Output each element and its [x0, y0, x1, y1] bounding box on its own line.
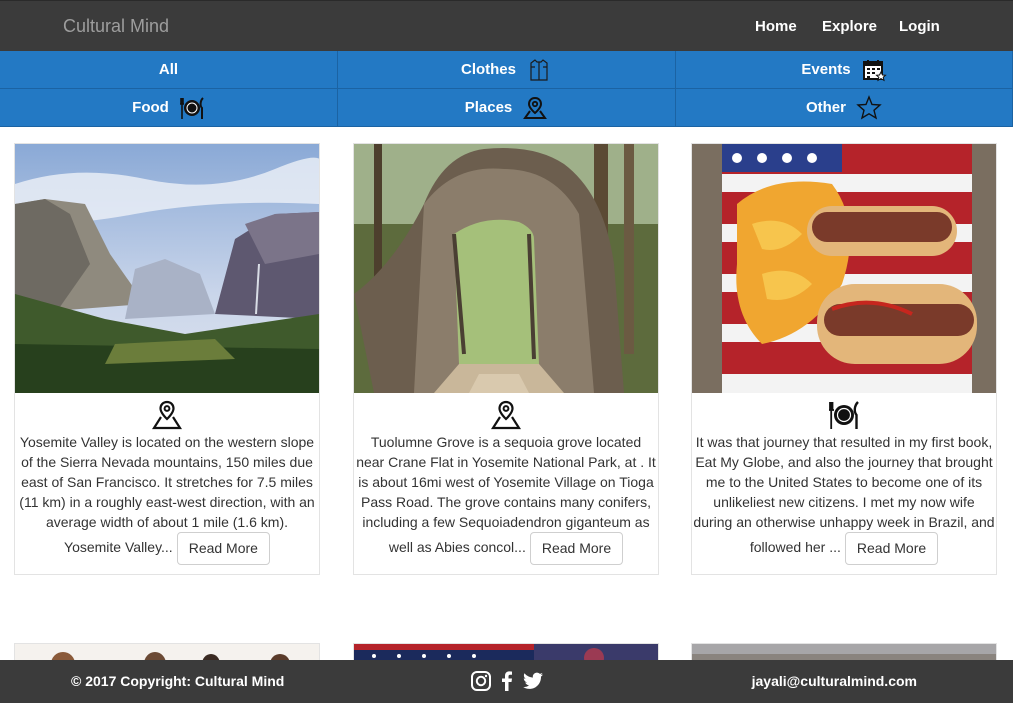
hotdogs-flag-plate-photo[interactable]: [692, 144, 996, 393]
twitter-icon[interactable]: [522, 670, 544, 692]
plate-fork-knife-icon: [179, 95, 205, 121]
nav-explore-link[interactable]: Explore: [822, 18, 877, 35]
card-description: It was that journey that resulted in my …: [692, 432, 996, 565]
map-pin-icon: [354, 400, 658, 430]
copyright-text: © 2017 Copyright: Cultural Mind: [71, 673, 285, 689]
category-label: Places: [464, 99, 513, 116]
top-navbar: Cultural Mind Home Explore Login: [0, 0, 1013, 51]
read-more-button[interactable]: Read More: [529, 532, 624, 565]
calendar-icon: [861, 57, 887, 83]
category-food-button[interactable]: Food: [0, 89, 338, 127]
category-places-button[interactable]: Places: [338, 89, 676, 127]
contact-email[interactable]: jayali@culturalmind.com: [752, 673, 917, 689]
footer: © 2017 Copyright: Cultural Mind jayali@c…: [0, 660, 1013, 703]
brand-logo[interactable]: Cultural Mind: [63, 16, 169, 37]
category-label: Other: [805, 99, 846, 116]
nav-home-link[interactable]: Home: [755, 18, 797, 35]
read-more-button[interactable]: Read More: [176, 532, 270, 565]
place-card: Yosemite Valley is located on the wester…: [14, 143, 320, 575]
instagram-icon[interactable]: [470, 670, 492, 692]
category-label: Clothes: [460, 61, 516, 78]
category-label: Events: [801, 61, 851, 78]
map-pin-icon: [522, 95, 548, 121]
food-card: It was that journey that resulted in my …: [691, 143, 997, 575]
star-icon: [856, 94, 882, 121]
category-label: Food: [132, 99, 169, 116]
category-label: All: [158, 61, 179, 78]
category-bar: All Clothes Events Food Places Other: [0, 51, 1013, 127]
category-events-button[interactable]: Events: [676, 51, 1013, 89]
category-all-button[interactable]: All: [0, 51, 338, 89]
facebook-icon[interactable]: [496, 670, 518, 692]
yosemite-valley-photo[interactable]: [15, 144, 319, 393]
place-card: Tuolumne Grove is a sequoia grove locate…: [353, 143, 659, 575]
nav-login-link[interactable]: Login: [899, 18, 940, 35]
tree-tunnel-photo[interactable]: [354, 144, 658, 393]
read-more-button[interactable]: Read More: [844, 532, 939, 565]
social-links: [470, 670, 544, 692]
card-description: Tuolumne Grove is a sequoia grove locate…: [354, 432, 658, 565]
plate-fork-knife-icon: [692, 400, 996, 430]
map-pin-icon: [15, 400, 319, 430]
card-description: Yosemite Valley is located on the wester…: [15, 432, 319, 565]
category-other-button[interactable]: Other: [676, 89, 1013, 127]
category-clothes-button[interactable]: Clothes: [338, 51, 676, 89]
shirt-icon: [526, 57, 552, 83]
card-text: Yosemite Valley is located on the wester…: [19, 434, 315, 556]
